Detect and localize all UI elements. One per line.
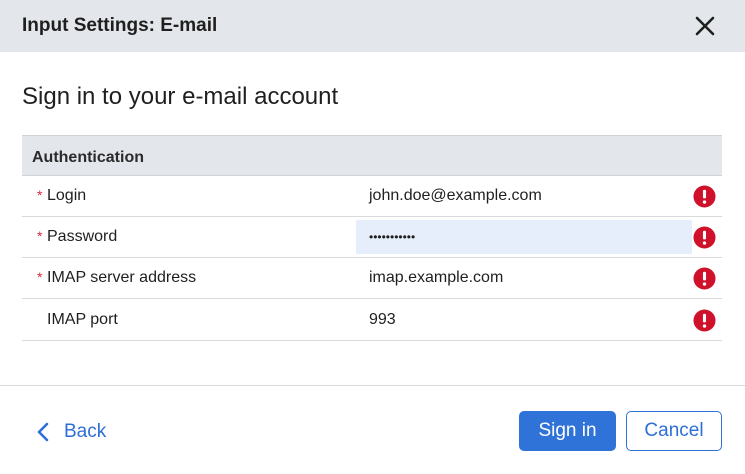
field-row-login: * Login john.doe@example.com (22, 176, 722, 217)
field-row-imap-server: * IMAP server address imap.example.com (22, 258, 722, 299)
imap-server-field[interactable]: imap.example.com (356, 261, 692, 295)
error-icon (693, 226, 716, 249)
error-icon (693, 267, 716, 290)
back-button[interactable]: Back (36, 415, 106, 449)
back-label: Back (64, 421, 107, 442)
field-row-imap-port: IMAP port 993 (22, 300, 722, 341)
field-label-password: Password (47, 228, 118, 245)
field-label-imap-port: IMAP port (47, 311, 118, 328)
imap-port-field[interactable]: 993 (356, 303, 692, 337)
error-icon (693, 309, 716, 332)
password-field[interactable]: ••••••••••• (356, 220, 692, 254)
page-heading: Sign in to your e-mail account (22, 83, 339, 110)
required-marker: * (37, 228, 43, 244)
sign-in-button[interactable]: Sign in (519, 411, 616, 451)
section-header-authentication: Authentication (22, 135, 722, 176)
field-label-login: Login (47, 187, 87, 204)
dialog-titlebar: Input Settings: E-mail (0, 0, 745, 52)
field-row-password: * Password ••••••••••• (22, 217, 722, 258)
required-marker: * (37, 269, 43, 285)
email-settings-dialog: Input Settings: E-mail Sign in to your e… (0, 0, 745, 474)
section-title: Authentication (32, 149, 144, 166)
login-field[interactable]: john.doe@example.com (356, 179, 692, 213)
chevron-left-icon (37, 422, 49, 442)
cancel-button[interactable]: Cancel (626, 411, 722, 451)
field-label-imap-server: IMAP server address (47, 269, 197, 286)
close-button[interactable] (691, 12, 719, 40)
footer-divider (0, 385, 745, 386)
close-icon (695, 16, 715, 36)
dialog-title: Input Settings: E-mail (22, 15, 218, 36)
required-marker: * (37, 187, 43, 203)
error-icon (693, 185, 716, 208)
